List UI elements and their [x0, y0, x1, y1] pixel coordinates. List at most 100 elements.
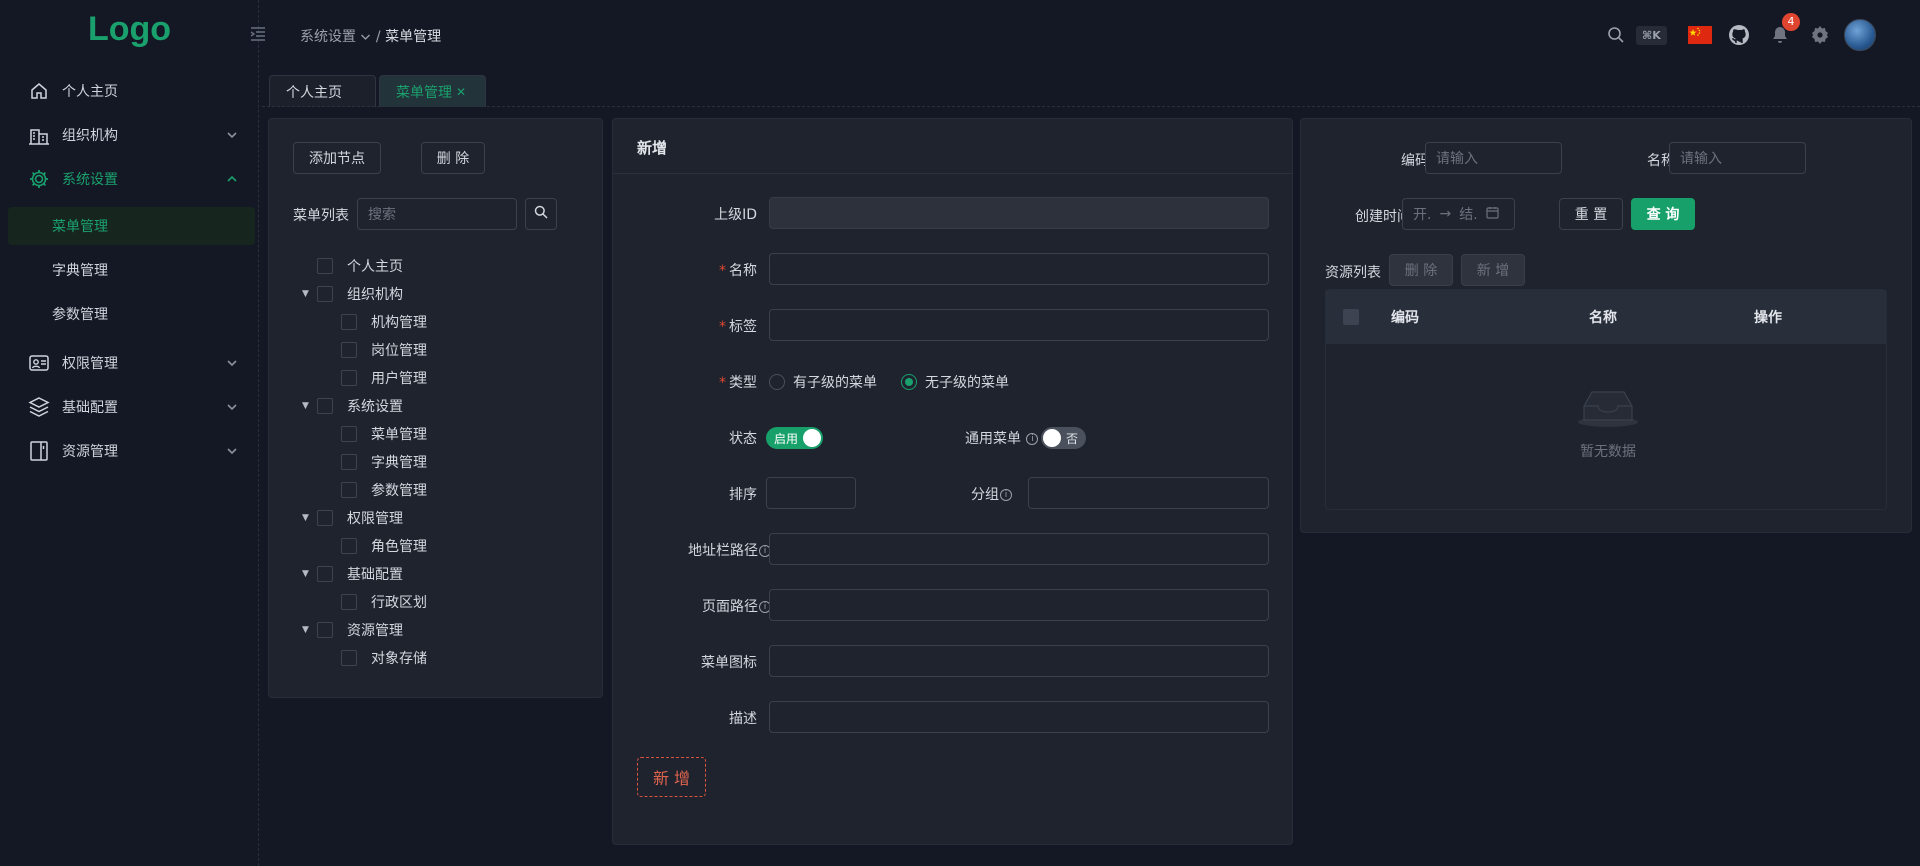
- query-button[interactable]: 查 询: [1631, 198, 1695, 230]
- collapse-sidebar-icon[interactable]: [250, 26, 266, 45]
- select-all-checkbox[interactable]: [1343, 309, 1359, 325]
- caret-down-icon[interactable]: ▼: [302, 569, 309, 579]
- tree-node-checkbox[interactable]: [341, 482, 357, 498]
- tree-node-checkbox[interactable]: [341, 650, 357, 666]
- group-field[interactable]: [1028, 477, 1269, 509]
- settings-icon[interactable]: [1810, 18, 1830, 52]
- tree-node-checkbox[interactable]: [341, 538, 357, 554]
- tree-node-label: 系统设置: [347, 399, 403, 415]
- sort-field[interactable]: [766, 477, 856, 509]
- caret-down-icon[interactable]: ▼: [302, 513, 309, 523]
- common-menu-toggle[interactable]: 否: [1041, 427, 1086, 449]
- tree-node-checkbox[interactable]: [317, 510, 333, 526]
- search-shortcut: ⌘K: [1636, 18, 1667, 52]
- tree-node-checkbox[interactable]: [341, 454, 357, 470]
- tree-node[interactable]: 对象存储: [341, 647, 427, 669]
- tree-node[interactable]: 菜单管理: [341, 423, 427, 445]
- tag-label: * 标签: [719, 319, 757, 335]
- tree-node[interactable]: 岗位管理: [341, 339, 427, 361]
- table-header: 编码 名称 操作: [1326, 290, 1886, 344]
- search-icon[interactable]: [1607, 18, 1625, 52]
- tabs-divider: [262, 106, 1920, 107]
- caret-down-icon[interactable]: ▼: [302, 401, 309, 411]
- description-field[interactable]: [769, 701, 1269, 733]
- tree-node-checkbox[interactable]: [341, 594, 357, 610]
- search-icon: [534, 205, 548, 223]
- tree-node[interactable]: ▼ 组织机构: [302, 283, 403, 305]
- type-radio-without-children[interactable]: [901, 374, 917, 390]
- delete-button[interactable]: 删 除: [421, 142, 485, 174]
- github-icon[interactable]: [1728, 18, 1750, 52]
- menu-icon-field[interactable]: [769, 645, 1269, 677]
- tree-node[interactable]: 行政区划: [341, 591, 427, 613]
- resource-add-button[interactable]: 新 增: [1461, 254, 1525, 286]
- tree-node[interactable]: 字典管理: [341, 451, 427, 473]
- tree-node-checkbox[interactable]: [341, 370, 357, 386]
- tree-node-checkbox[interactable]: [341, 342, 357, 358]
- sidebar-subitem-menu-management[interactable]: 菜单管理: [8, 207, 255, 245]
- sidebar-subitem-label: 字典管理: [52, 263, 108, 279]
- date-end-placeholder: 结.: [1459, 207, 1478, 223]
- sidebar-item-resources[interactable]: 资源管理: [0, 431, 259, 471]
- date-range-picker[interactable]: 开. → 结.: [1402, 198, 1515, 230]
- url-path-field[interactable]: [769, 533, 1269, 565]
- reset-button[interactable]: 重 置: [1559, 198, 1623, 230]
- type-option-label[interactable]: 无子级的菜单: [925, 372, 1009, 392]
- tree-node[interactable]: ▼ 系统设置: [302, 395, 403, 417]
- tree-node[interactable]: 个人主页: [317, 255, 403, 277]
- info-icon: i: [1000, 489, 1012, 501]
- tree-node-checkbox[interactable]: [317, 398, 333, 414]
- column-header-code: 编码: [1391, 310, 1419, 326]
- user-avatar[interactable]: [1844, 18, 1876, 52]
- sidebar-item-permissions[interactable]: 权限管理: [0, 343, 259, 383]
- add-node-button[interactable]: 添加节点: [293, 142, 381, 174]
- tab-menu-management[interactable]: 菜单管理 ✕: [379, 75, 486, 107]
- logo[interactable]: Logo: [88, 10, 171, 49]
- resource-delete-button[interactable]: 删 除: [1389, 254, 1453, 286]
- tree-node[interactable]: 角色管理: [341, 535, 427, 557]
- shield-icon: [28, 352, 50, 374]
- breadcrumb-parent[interactable]: 系统设置: [300, 29, 356, 45]
- caret-down-icon[interactable]: ▼: [302, 289, 309, 299]
- tree-node[interactable]: ▼ 资源管理: [302, 619, 403, 641]
- type-option-label[interactable]: 有子级的菜单: [793, 372, 877, 392]
- form-title: 新增: [637, 139, 668, 157]
- tree-node-checkbox[interactable]: [317, 622, 333, 638]
- status-toggle[interactable]: 启用: [766, 427, 823, 449]
- name-field[interactable]: [769, 253, 1269, 285]
- type-radio-with-children[interactable]: [769, 374, 785, 390]
- tree-node[interactable]: ▼ 基础配置: [302, 563, 403, 585]
- sidebar-item-system-settings[interactable]: 系统设置: [0, 159, 259, 199]
- tree-node-checkbox[interactable]: [317, 566, 333, 582]
- tree-node[interactable]: 参数管理: [341, 479, 427, 501]
- sidebar-subitem-parameters[interactable]: 参数管理: [0, 295, 259, 333]
- tree-search-button[interactable]: [525, 198, 557, 230]
- tree-node[interactable]: 机构管理: [341, 311, 427, 333]
- menu-list-label: 菜单列表: [293, 208, 349, 224]
- parent-id-label: 上级ID: [714, 207, 757, 223]
- book-icon: [28, 440, 50, 462]
- tree-node-checkbox[interactable]: [317, 258, 333, 274]
- china-flag-icon[interactable]: [1688, 18, 1712, 52]
- tag-field[interactable]: [769, 309, 1269, 341]
- submit-add-button[interactable]: 新 增: [637, 757, 706, 797]
- tree-node-checkbox[interactable]: [341, 426, 357, 442]
- page-path-field[interactable]: [769, 589, 1269, 621]
- layers-icon: [28, 396, 50, 418]
- chevron-down-icon[interactable]: [360, 29, 371, 45]
- tree-node[interactable]: 用户管理: [341, 367, 427, 389]
- sidebar-subitem-dictionary[interactable]: 字典管理: [0, 251, 259, 289]
- tree-node-checkbox[interactable]: [341, 314, 357, 330]
- tree-search-input[interactable]: 搜索: [357, 198, 517, 230]
- name-input[interactable]: 请输入: [1669, 142, 1806, 174]
- tree-node-checkbox[interactable]: [317, 286, 333, 302]
- tab-home[interactable]: 个人主页: [269, 75, 376, 107]
- tree-node[interactable]: ▼ 权限管理: [302, 507, 403, 529]
- breadcrumb-separator: /: [375, 29, 381, 45]
- sidebar-item-home[interactable]: 个人主页: [0, 71, 259, 111]
- code-input[interactable]: 请输入: [1425, 142, 1562, 174]
- sidebar-item-base-config[interactable]: 基础配置: [0, 387, 259, 427]
- sidebar-item-organization[interactable]: 组织机构: [0, 115, 259, 155]
- close-icon[interactable]: ✕: [456, 85, 466, 99]
- caret-down-icon[interactable]: ▼: [302, 625, 309, 635]
